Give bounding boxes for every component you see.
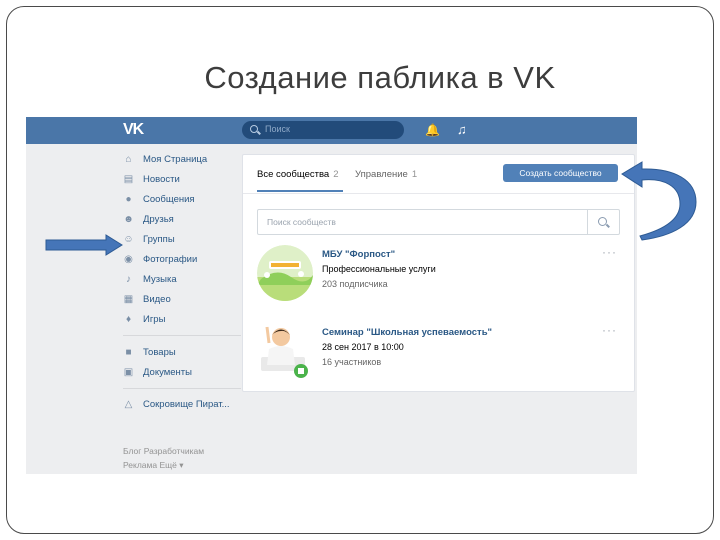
top-bar: VK Поиск 🔔 ♫ bbox=[26, 117, 637, 144]
sidebar-item-video[interactable]: ▦ Видео bbox=[123, 293, 243, 309]
camera-icon: ◉ bbox=[124, 254, 133, 265]
groups-panel: Все сообщества 2 Управление 1 Создать сооб… bbox=[242, 154, 635, 392]
more-icon[interactable]: ··· bbox=[602, 323, 617, 337]
groups-tabs: Все сообщества 2 Управление 1 Создать сооб… bbox=[243, 155, 634, 194]
tab-all-communities[interactable]: Все сообщества 2 bbox=[257, 169, 339, 180]
friends-icon: ☻ bbox=[123, 214, 134, 225]
group-members: 16 участников bbox=[322, 357, 382, 367]
news-icon: ▤ bbox=[123, 174, 134, 185]
sidebar-item-messages[interactable]: ● Сообщения bbox=[123, 193, 243, 209]
home-icon: ⌂ bbox=[125, 154, 132, 165]
sidebar-item-my-page[interactable]: ⌂ Моя Страница bbox=[123, 153, 243, 169]
bell-icon[interactable]: 🔔 bbox=[425, 123, 440, 137]
community-search-input[interactable]: Поиск сообществ bbox=[257, 209, 620, 235]
tab-count: 2 bbox=[333, 169, 339, 180]
more-icon[interactable]: ··· bbox=[602, 245, 617, 259]
app-icon: △ bbox=[124, 399, 133, 410]
gamepad-icon: ♦ bbox=[125, 314, 132, 325]
group-name[interactable]: Семинар "Школьная успеваемость" bbox=[322, 327, 492, 338]
top-search-input[interactable]: Поиск bbox=[242, 121, 404, 139]
tab-management[interactable]: Управление 1 bbox=[355, 169, 417, 180]
groups-icon: ☺ bbox=[123, 234, 134, 245]
tab-count: 1 bbox=[411, 169, 418, 180]
bag-icon: ■ bbox=[125, 347, 132, 358]
create-community-button[interactable]: Создать сообщество bbox=[503, 164, 618, 182]
search-divider bbox=[587, 210, 588, 234]
group-avatar[interactable] bbox=[257, 323, 313, 379]
search-icon bbox=[250, 125, 258, 133]
sidebar-item-photos[interactable]: ◉ Фотографии bbox=[123, 253, 243, 269]
sidebar-item-documents[interactable]: ▣ Документы bbox=[123, 366, 243, 382]
group-category: Профессиональные услуги bbox=[322, 264, 436, 274]
sidebar-footer-links: Блог Разработчикам Реклама Ещё ▾ bbox=[123, 444, 204, 472]
slide-title: Создание паблика в VK bbox=[204, 60, 556, 95]
footer-line-1[interactable]: Блог Разработчикам bbox=[123, 444, 204, 458]
active-tab-indicator bbox=[257, 190, 343, 192]
vk-logo[interactable]: VK bbox=[123, 121, 144, 139]
pointer-arrow-create bbox=[621, 161, 697, 241]
messages-icon: ● bbox=[125, 194, 132, 205]
sidebar-item-friends[interactable]: ☻ Друзья bbox=[123, 213, 243, 229]
sidebar-divider bbox=[123, 335, 241, 336]
sidebar-item-music[interactable]: ♪ Музыка bbox=[123, 273, 243, 289]
document-icon: ▣ bbox=[123, 367, 134, 378]
search-icon[interactable] bbox=[598, 217, 607, 226]
community-search-placeholder: Поиск сообществ bbox=[267, 217, 336, 227]
video-icon: ▦ bbox=[123, 294, 134, 305]
group-avatar[interactable] bbox=[257, 245, 313, 301]
list-item: МБУ "Форпост" Профессиональные услуги 20… bbox=[257, 245, 622, 305]
sidebar-item-news[interactable]: ▤ Новости bbox=[123, 173, 243, 189]
group-members: 203 подписчика bbox=[322, 279, 388, 289]
music-icon: ♪ bbox=[126, 274, 131, 285]
list-item: Семинар "Школьная успеваемость" 28 сен 2… bbox=[257, 323, 622, 383]
sidebar-item-goods[interactable]: ■ Товары bbox=[123, 346, 243, 362]
sidebar-divider bbox=[123, 388, 241, 389]
vk-screenshot: VK Поиск 🔔 ♫ ⌂ Моя Страница ▤ Новости ● Соо… bbox=[26, 117, 637, 474]
top-search-placeholder: Поиск bbox=[265, 124, 290, 134]
group-event-date: 28 сен 2017 в 10:00 bbox=[322, 342, 404, 352]
sidebar-item-app[interactable]: △ Сокровище Пират... bbox=[123, 398, 243, 414]
music-note-icon[interactable]: ♫ bbox=[457, 122, 467, 137]
sidebar-item-groups[interactable]: ☺ Группы bbox=[123, 233, 243, 249]
group-name[interactable]: МБУ "Форпост" bbox=[322, 249, 395, 260]
pointer-arrow-groups bbox=[45, 234, 123, 256]
footer-line-2[interactable]: Реклама Ещё ▾ bbox=[123, 458, 204, 472]
sidebar-item-games[interactable]: ♦ Игры bbox=[123, 313, 243, 329]
